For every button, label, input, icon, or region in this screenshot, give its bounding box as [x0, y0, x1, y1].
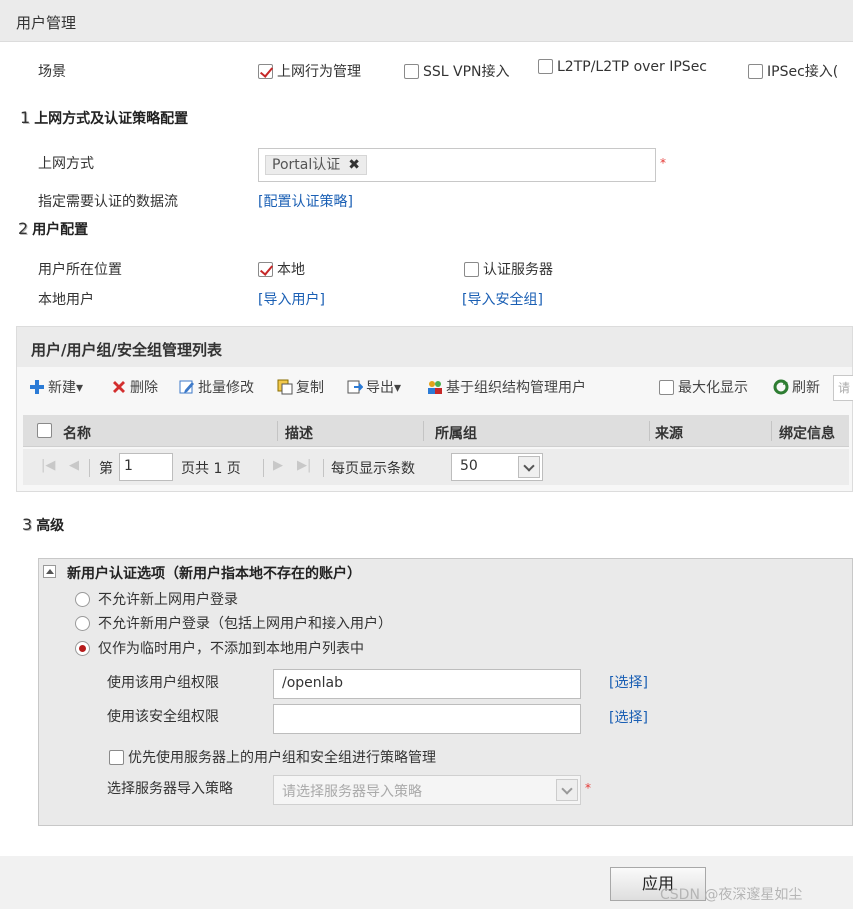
- delete-button[interactable]: 删除: [111, 377, 158, 397]
- org-manage-button[interactable]: 基于组织结构管理用户: [427, 377, 586, 397]
- import-policy-select[interactable]: 请选择服务器导入策略: [273, 775, 581, 805]
- select-all-checkbox[interactable]: [37, 423, 52, 438]
- scene-option-sslvpn[interactable]: SSL VPN接入: [404, 61, 510, 81]
- group-perm-label: 使用该用户组权限: [107, 675, 219, 691]
- page-total: 页共 1 页: [181, 461, 241, 477]
- radio-icon[interactable]: [75, 592, 90, 607]
- config-auth-policy-link[interactable]: [配置认证策略]: [258, 191, 353, 211]
- portal-auth-tag[interactable]: Portal认证 ✖: [265, 155, 367, 175]
- copy-icon: [277, 379, 293, 395]
- page-number-input[interactable]: 1: [119, 453, 173, 481]
- new-user-auth-title: 新用户认证选项（新用户指本地不存在的账户）: [67, 566, 361, 582]
- checkbox-icon[interactable]: [404, 64, 419, 79]
- column-separator: [423, 421, 424, 441]
- next-page-icon[interactable]: ▶: [273, 458, 283, 473]
- copy-button[interactable]: 复制: [277, 377, 324, 397]
- batch-edit-button[interactable]: 批量修改: [179, 377, 254, 397]
- chevron-down-icon[interactable]: [518, 456, 540, 478]
- radio-icon[interactable]: [75, 616, 90, 631]
- column-description[interactable]: 描述: [285, 423, 313, 443]
- checkbox-icon[interactable]: [464, 262, 479, 277]
- refresh-icon: [773, 379, 789, 395]
- section-3-header: 3 高级: [22, 515, 65, 534]
- group-perm-select-link[interactable]: [选择]: [609, 672, 648, 692]
- list-title: 用户/用户组/安全组管理列表: [31, 341, 222, 359]
- scene-option-ipsec[interactable]: IPSec接入(: [748, 61, 838, 81]
- list-search-input[interactable]: 请: [833, 375, 853, 401]
- collapse-icon[interactable]: [43, 565, 56, 578]
- column-source[interactable]: 来源: [655, 423, 683, 443]
- delete-icon: [113, 381, 125, 393]
- location-server-option[interactable]: 认证服务器: [464, 259, 553, 279]
- users-icon: [428, 381, 442, 394]
- prev-page-icon[interactable]: ◀: [69, 458, 79, 473]
- new-button[interactable]: 新建▾: [29, 377, 83, 397]
- secgroup-perm-input[interactable]: [273, 704, 581, 734]
- location-local-option[interactable]: 本地: [258, 259, 305, 279]
- scene-option-behavior[interactable]: 上网行为管理: [258, 61, 361, 81]
- first-page-icon[interactable]: |◀: [41, 458, 55, 473]
- chevron-down-icon[interactable]: [556, 779, 578, 801]
- required-mark: *: [585, 781, 591, 795]
- per-page-select[interactable]: 50: [451, 453, 543, 481]
- import-security-groups-link[interactable]: [导入安全组]: [462, 289, 543, 309]
- user-list-panel: 用户/用户组/安全组管理列表 新建▾ 删除 批量修改 复制 导出▾ 基于组织结构…: [16, 326, 853, 492]
- column-separator: [771, 421, 772, 441]
- list-pager: |◀ ◀ 第 1 页共 1 页 ▶ ▶| 每页显示条数 50: [23, 449, 849, 485]
- list-toolbar: 新建▾ 删除 批量修改 复制 导出▾ 基于组织结构管理用户 最大化显示 刷新 请: [17, 371, 853, 401]
- column-name[interactable]: 名称: [63, 423, 91, 443]
- export-button[interactable]: 导出▾: [347, 377, 401, 397]
- checkbox-checked-icon[interactable]: [258, 64, 273, 79]
- import-users-link[interactable]: [导入用户]: [258, 289, 325, 309]
- list-title-bar: 用户/用户组/安全组管理列表: [17, 327, 852, 367]
- checkbox-icon[interactable]: [659, 380, 674, 395]
- checkbox-icon[interactable]: [748, 64, 763, 79]
- column-binding[interactable]: 绑定信息: [779, 423, 835, 443]
- radio-deny-new-user[interactable]: 不允许新用户登录（包括上网用户和接入用户）: [75, 613, 392, 633]
- close-icon[interactable]: ✖: [348, 157, 360, 173]
- access-method-input[interactable]: Portal认证 ✖: [258, 148, 656, 182]
- auth-flow-label: 指定需要认证的数据流: [38, 194, 178, 210]
- export-icon: [347, 380, 363, 394]
- last-page-icon[interactable]: ▶|: [297, 458, 311, 473]
- plus-icon: [30, 380, 44, 394]
- user-location-label: 用户所在位置: [38, 262, 122, 278]
- watermark: CSDN @夜深邃星如尘: [660, 887, 803, 903]
- scene-label: 场景: [38, 64, 66, 80]
- edit-icon: [179, 380, 194, 394]
- pager-separator: [263, 459, 264, 477]
- prefer-server-option[interactable]: 优先使用服务器上的用户组和安全组进行策略管理: [109, 747, 436, 767]
- page-title: 用户管理: [16, 14, 77, 32]
- new-user-auth-panel: 新用户认证选项（新用户指本地不存在的账户） 不允许新上网用户登录 不允许新用户登…: [38, 558, 853, 826]
- checkbox-checked-icon[interactable]: [258, 262, 273, 277]
- per-page-label: 每页显示条数: [331, 461, 415, 477]
- maximize-option[interactable]: 最大化显示: [659, 377, 748, 397]
- column-group[interactable]: 所属组: [435, 423, 477, 443]
- page-prefix: 第: [99, 461, 113, 477]
- pager-separator: [89, 459, 90, 477]
- column-separator: [649, 421, 650, 441]
- local-user-label: 本地用户: [38, 292, 94, 308]
- section-2-header: 2 用户配置: [18, 219, 89, 238]
- list-grid-header: 名称 描述 所属组 来源 绑定信息: [23, 415, 849, 447]
- required-mark: *: [660, 156, 666, 170]
- secgroup-perm-select-link[interactable]: [选择]: [609, 707, 648, 727]
- column-separator: [277, 421, 278, 441]
- import-policy-label: 选择服务器导入策略: [107, 781, 233, 797]
- radio-selected-icon[interactable]: [75, 641, 90, 656]
- pager-separator: [323, 459, 324, 477]
- radio-deny-new-web-user[interactable]: 不允许新上网用户登录: [75, 589, 238, 609]
- secgroup-perm-label: 使用该安全组权限: [107, 709, 219, 725]
- scene-option-l2tp[interactable]: L2TP/L2TP over IPSec: [538, 59, 707, 75]
- page-header: 用户管理: [0, 0, 853, 42]
- checkbox-icon[interactable]: [109, 750, 124, 765]
- group-perm-input[interactable]: /openlab: [273, 669, 581, 699]
- radio-temp-user[interactable]: 仅作为临时用户，不添加到本地用户列表中: [75, 638, 364, 658]
- access-method-label: 上网方式: [38, 156, 94, 172]
- section-1-header: 1 上网方式及认证策略配置: [20, 108, 189, 127]
- checkbox-icon[interactable]: [538, 59, 553, 74]
- refresh-button[interactable]: 刷新: [773, 377, 820, 397]
